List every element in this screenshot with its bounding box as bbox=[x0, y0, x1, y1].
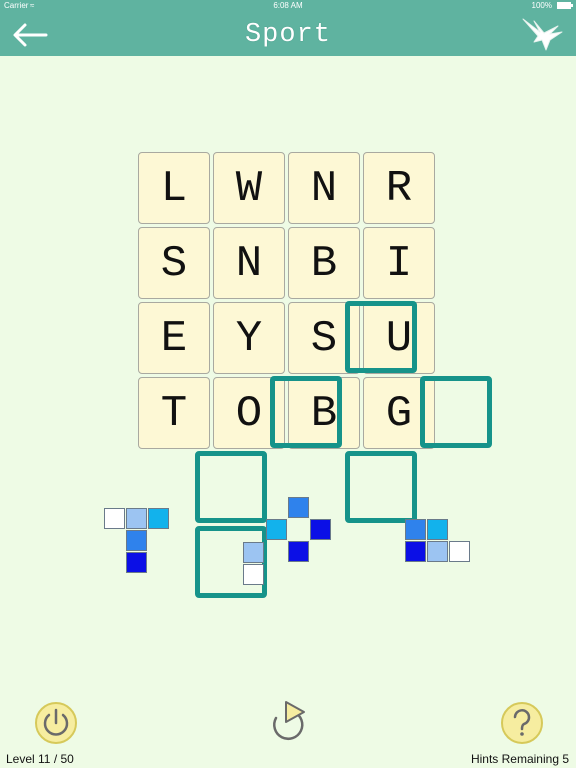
piece-square bbox=[427, 519, 448, 540]
letter-tile[interactable]: S bbox=[138, 227, 210, 299]
help-button[interactable] bbox=[499, 700, 545, 746]
letter-tile[interactable]: W bbox=[213, 152, 285, 224]
piece-square bbox=[405, 519, 426, 540]
letter-tile[interactable]: I bbox=[363, 227, 435, 299]
letter-tile[interactable]: L bbox=[138, 152, 210, 224]
selection-frame[interactable] bbox=[420, 376, 492, 448]
hints-remaining: Hints Remaining 5 bbox=[470, 752, 569, 766]
piece-square bbox=[405, 541, 426, 562]
letter-tile[interactable]: B bbox=[288, 227, 360, 299]
piece-square bbox=[104, 508, 125, 529]
status-time: 6:08 AM bbox=[273, 1, 303, 10]
power-button[interactable] bbox=[33, 700, 79, 746]
piece-square bbox=[126, 530, 147, 551]
piece-square bbox=[243, 564, 264, 585]
battery-icon bbox=[557, 2, 573, 9]
piece-square bbox=[243, 542, 264, 563]
selection-frame[interactable] bbox=[270, 376, 342, 448]
restart-icon bbox=[273, 701, 305, 740]
bird-icon bbox=[520, 16, 566, 54]
letter-tile[interactable]: Y bbox=[213, 302, 285, 374]
selection-frame[interactable] bbox=[345, 301, 417, 373]
letter-tile[interactable]: N bbox=[213, 227, 285, 299]
letter-tile[interactable]: T bbox=[138, 377, 210, 449]
help-icon bbox=[501, 702, 543, 744]
letter-tile[interactable]: N bbox=[288, 152, 360, 224]
piece-square bbox=[148, 508, 169, 529]
level-indicator: Level 11 / 50 bbox=[6, 752, 74, 766]
letter-tile[interactable]: R bbox=[363, 152, 435, 224]
piece-square bbox=[266, 519, 287, 540]
page-title: Sport bbox=[244, 20, 331, 50]
piece-square bbox=[288, 497, 309, 518]
restart-button[interactable] bbox=[266, 696, 312, 742]
status-bar: Carrier ≈ 6:08 AM 100% bbox=[0, 0, 576, 12]
piece-square bbox=[126, 508, 147, 529]
power-icon bbox=[35, 702, 77, 744]
piece-square bbox=[310, 519, 331, 540]
selection-frame[interactable] bbox=[345, 451, 417, 523]
piece-square bbox=[126, 552, 147, 573]
selection-frame[interactable] bbox=[195, 451, 267, 523]
header-bar: Sport bbox=[0, 12, 576, 56]
piece-square bbox=[288, 541, 309, 562]
battery-percent: 100% bbox=[531, 1, 552, 10]
piece-square bbox=[449, 541, 470, 562]
piece-square bbox=[427, 541, 448, 562]
letter-tile[interactable]: E bbox=[138, 302, 210, 374]
